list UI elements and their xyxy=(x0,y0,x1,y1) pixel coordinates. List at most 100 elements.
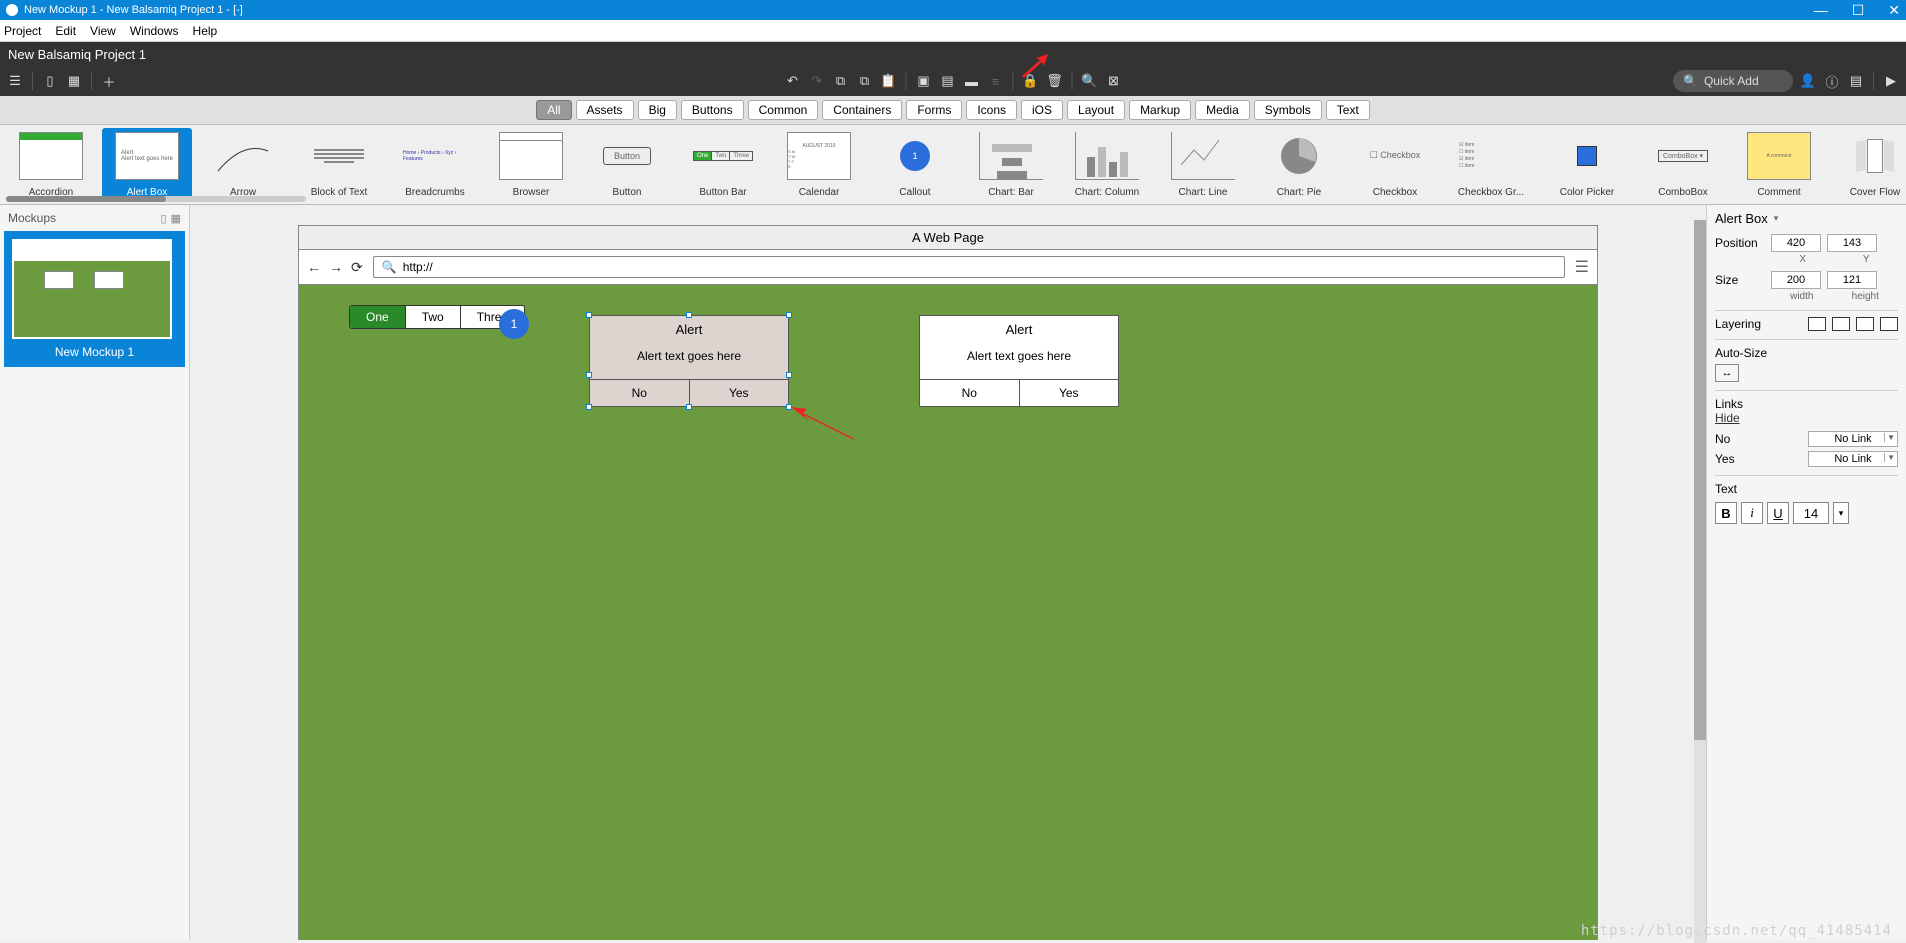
category-ios[interactable]: iOS xyxy=(1021,100,1063,120)
minimize-button[interactable]: — xyxy=(1814,2,1828,19)
props-header[interactable]: Alert Box ▾ xyxy=(1715,211,1898,226)
menu-windows[interactable]: Windows xyxy=(130,24,179,38)
component-palette[interactable]: Accordion AlertAlert text goes hereAlert… xyxy=(0,125,1906,205)
panel-toggle-icon[interactable]: ▯ xyxy=(41,72,59,90)
palette-callout[interactable]: 1Callout xyxy=(870,128,960,202)
export-icon[interactable]: ⊠ xyxy=(1105,72,1123,90)
palette-comment[interactable]: A commentComment xyxy=(1734,128,1824,202)
refresh-icon[interactable]: ⟳ xyxy=(351,259,363,276)
alert-yes-button[interactable]: Yes xyxy=(1020,380,1119,406)
category-text[interactable]: Text xyxy=(1326,100,1370,120)
palette-calendar[interactable]: AUGUST 2016S M T W T F SCalendar xyxy=(774,128,864,202)
handle-s[interactable] xyxy=(686,404,692,410)
palette-chart-pie[interactable]: Chart: Pie xyxy=(1254,128,1344,202)
browser-body[interactable]: One Two Three 1 Alert Alert text goes he… xyxy=(299,285,1597,940)
palette-alert-box[interactable]: AlertAlert text goes hereAlert Box xyxy=(102,128,192,202)
category-buttons[interactable]: Buttons xyxy=(681,100,744,120)
close-button[interactable]: ✕ xyxy=(1888,2,1900,19)
ungroup-icon[interactable]: ▤ xyxy=(939,72,957,90)
category-symbols[interactable]: Symbols xyxy=(1254,100,1322,120)
quick-add-input[interactable]: 🔍 Quick Add xyxy=(1673,70,1793,92)
copy-icon[interactable]: ⧉ xyxy=(832,72,850,90)
menu-project[interactable]: Project xyxy=(4,24,41,38)
menu-icon[interactable]: ☰ xyxy=(6,72,24,90)
palette-checkbox[interactable]: ☐ CheckboxCheckbox xyxy=(1350,128,1440,202)
palette-chart-bar[interactable]: Chart: Bar xyxy=(966,128,1056,202)
font-size-dropdown[interactable]: ▾ xyxy=(1833,502,1849,524)
canvas[interactable]: A Web Page ← → ⟳ 🔍 http:// ☰ One Two Thr… xyxy=(190,205,1706,940)
distribute-icon[interactable]: ≡ xyxy=(987,72,1005,90)
category-forms[interactable]: Forms xyxy=(906,100,962,120)
handle-e[interactable] xyxy=(786,372,792,378)
alert-yes-button[interactable]: Yes xyxy=(690,380,789,406)
panel-grid-icon[interactable]: ▦ xyxy=(171,212,181,225)
category-icons[interactable]: Icons xyxy=(966,100,1017,120)
play-icon[interactable]: ▶ xyxy=(1882,72,1900,90)
autosize-button[interactable]: ↔ xyxy=(1715,364,1739,382)
category-all[interactable]: All xyxy=(536,100,571,120)
palette-button[interactable]: ButtonButton xyxy=(582,128,672,202)
category-assets[interactable]: Assets xyxy=(576,100,634,120)
palette-cover-flow[interactable]: Cover Flow xyxy=(1830,128,1906,202)
align-icon[interactable]: ▬ xyxy=(963,72,981,90)
category-media[interactable]: Media xyxy=(1195,100,1250,120)
width-input[interactable] xyxy=(1771,271,1821,289)
handle-ne[interactable] xyxy=(786,312,792,318)
position-x-input[interactable] xyxy=(1771,234,1821,252)
palette-combobox[interactable]: ComboBox ▾ComboBox xyxy=(1638,128,1728,202)
menu-view[interactable]: View xyxy=(90,24,116,38)
palette-chart-line[interactable]: Chart: Line xyxy=(1158,128,1248,202)
palette-button-bar[interactable]: OneTwoThreeButton Bar xyxy=(678,128,768,202)
url-input[interactable]: 🔍 http:// xyxy=(373,256,1565,278)
palette-color-picker[interactable]: Color Picker xyxy=(1542,128,1632,202)
callout-widget[interactable]: 1 xyxy=(499,309,529,339)
font-size-input[interactable]: 14 xyxy=(1793,502,1829,524)
menu-edit[interactable]: Edit xyxy=(55,24,76,38)
clipboard-icon[interactable]: 📋 xyxy=(880,72,898,90)
send-back-icon[interactable] xyxy=(1880,317,1898,331)
position-y-input[interactable] xyxy=(1827,234,1877,252)
back-icon[interactable]: ← xyxy=(307,259,321,276)
category-markup[interactable]: Markup xyxy=(1129,100,1191,120)
button-bar-two[interactable]: Two xyxy=(406,306,461,328)
category-common[interactable]: Common xyxy=(748,100,819,120)
category-containers[interactable]: Containers xyxy=(822,100,902,120)
add-icon[interactable]: ＋ xyxy=(100,72,118,90)
category-big[interactable]: Big xyxy=(638,100,677,120)
handle-w[interactable] xyxy=(586,372,592,378)
group-icon[interactable]: ▣ xyxy=(915,72,933,90)
palette-arrow[interactable]: Arrow xyxy=(198,128,288,202)
grid-view-icon[interactable]: ▦ xyxy=(65,72,83,90)
category-layout[interactable]: Layout xyxy=(1067,100,1125,120)
yes-link-select[interactable]: No Link xyxy=(1808,451,1898,467)
bring-forward-icon[interactable] xyxy=(1832,317,1850,331)
alert-no-button[interactable]: No xyxy=(590,380,690,406)
canvas-scrollbar[interactable] xyxy=(1694,220,1706,943)
bring-front-icon[interactable] xyxy=(1808,317,1826,331)
alert-widget-selected[interactable]: Alert Alert text goes here No Yes xyxy=(589,315,789,407)
paste-icon[interactable]: ⧉ xyxy=(856,72,874,90)
height-input[interactable] xyxy=(1827,271,1877,289)
info-icon[interactable]: ⓘ xyxy=(1823,72,1841,90)
handle-nw[interactable] xyxy=(586,312,592,318)
hamburger-icon[interactable]: ☰ xyxy=(1575,257,1589,277)
user-icon[interactable]: 👤 xyxy=(1799,72,1817,90)
chevron-down-icon[interactable]: ▾ xyxy=(1774,213,1779,224)
no-link-select[interactable]: No Link xyxy=(1808,431,1898,447)
alert-widget-2[interactable]: Alert Alert text goes here No Yes xyxy=(919,315,1119,407)
hide-link[interactable]: Hide xyxy=(1715,411,1898,425)
mockup-thumb[interactable]: New Mockup 1 xyxy=(4,231,185,367)
button-bar-one[interactable]: One xyxy=(350,306,406,328)
palette-scrollbar[interactable] xyxy=(6,196,306,202)
menu-help[interactable]: Help xyxy=(193,24,218,38)
italic-button[interactable]: i xyxy=(1741,502,1763,524)
send-backward-icon[interactable] xyxy=(1856,317,1874,331)
palette-chart-column[interactable]: Chart: Column xyxy=(1062,128,1152,202)
forward-icon[interactable]: → xyxy=(329,259,343,276)
handle-n[interactable] xyxy=(686,312,692,318)
handle-sw[interactable] xyxy=(586,404,592,410)
underline-button[interactable]: U xyxy=(1767,502,1789,524)
zoom-icon[interactable]: 🔍 xyxy=(1081,72,1099,90)
undo-icon[interactable]: ↶ xyxy=(784,72,802,90)
palette-accordion[interactable]: Accordion xyxy=(6,128,96,202)
